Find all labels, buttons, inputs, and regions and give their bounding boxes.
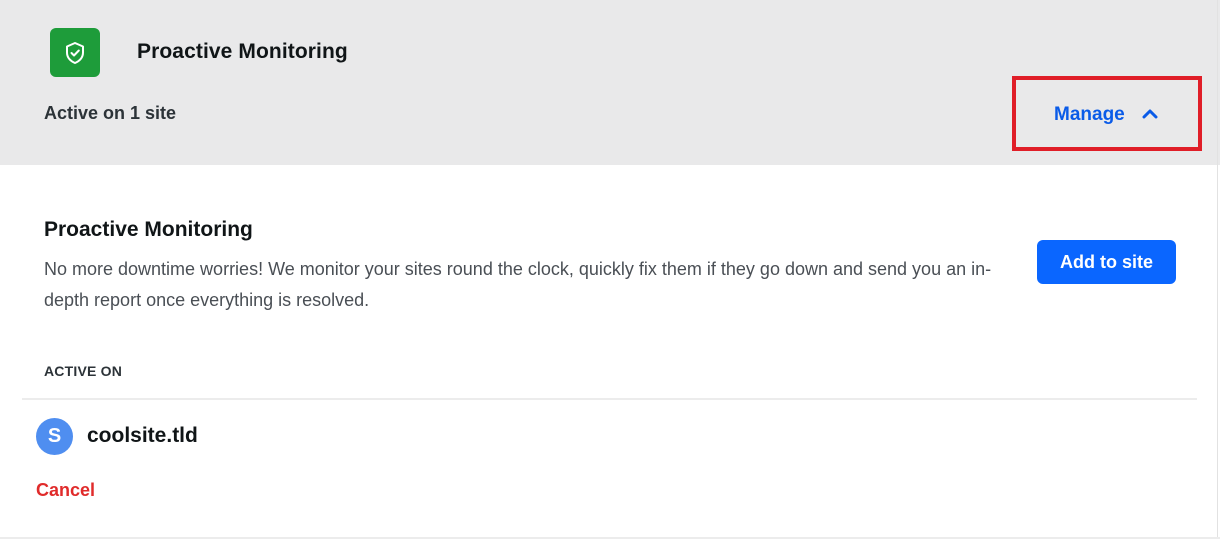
manage-highlight-box bbox=[1012, 76, 1202, 151]
page: Proactive Monitoring Active on 1 site Ma… bbox=[0, 0, 1220, 539]
divider bbox=[22, 398, 1197, 400]
product-header: Proactive Monitoring Active on 1 site Ma… bbox=[0, 0, 1220, 165]
detail-title: Proactive Monitoring bbox=[44, 218, 253, 241]
detail-description: No more downtime worries! We monitor you… bbox=[44, 259, 992, 310]
shield-check-icon bbox=[50, 28, 100, 77]
add-to-site-button[interactable]: Add to site bbox=[1037, 240, 1176, 284]
site-avatar: S bbox=[36, 418, 73, 455]
cancel-link[interactable]: Cancel bbox=[36, 480, 95, 501]
site-name[interactable]: coolsite.tld bbox=[87, 424, 198, 448]
card-border bbox=[1217, 0, 1218, 539]
product-title: Proactive Monitoring bbox=[137, 40, 348, 63]
active-site-count: Active on 1 site bbox=[44, 103, 177, 123]
active-on-heading: ACTIVE ON bbox=[44, 363, 123, 379]
